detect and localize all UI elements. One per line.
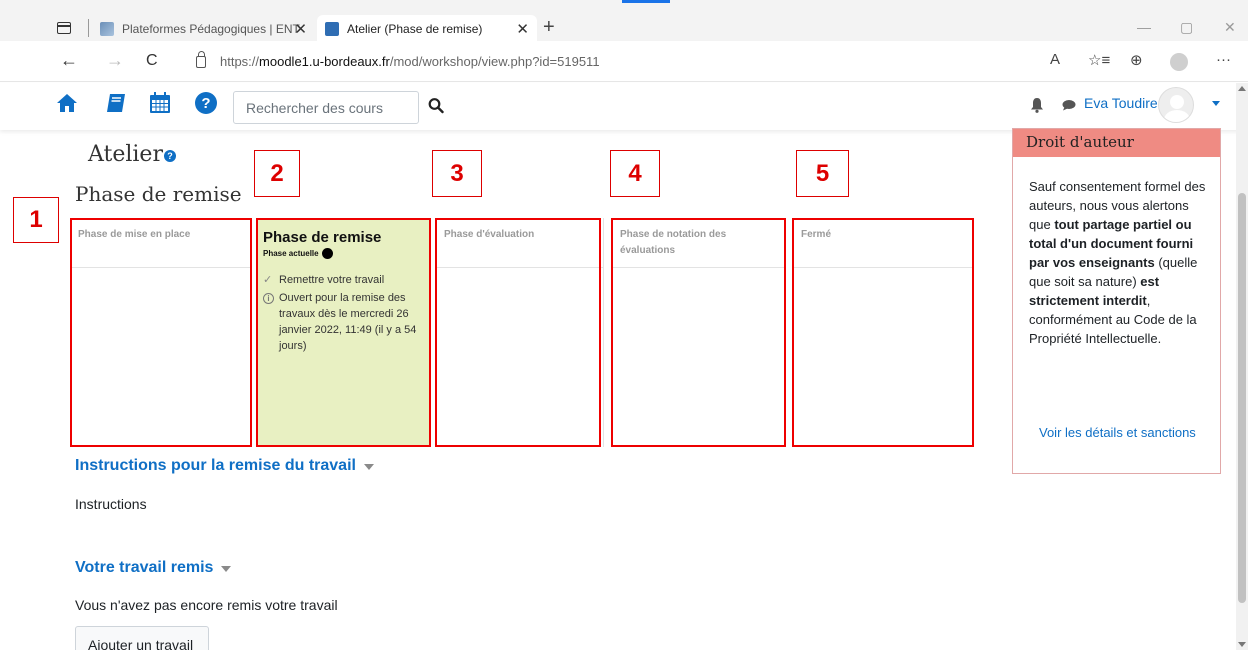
- phase-name: Phase d'évaluation: [436, 218, 603, 268]
- help-circle-icon[interactable]: ?: [194, 91, 218, 115]
- annotation-number-4: 4: [610, 150, 660, 197]
- page-title-text: Atelier: [88, 142, 163, 167]
- copyright-block-title: Droit d'auteur: [1013, 129, 1220, 157]
- tab-title: Atelier (Phase de remise): [347, 21, 483, 36]
- browser-profile-icon[interactable]: [1170, 53, 1188, 71]
- task-text: Remettre votre travail: [279, 274, 385, 286]
- scroll-up-arrow-icon[interactable]: [1238, 86, 1246, 91]
- url-host: moodle1.u-bordeaux.fr: [259, 54, 390, 69]
- page-scrollbar[interactable]: [1236, 83, 1248, 650]
- help-icon[interactable]: ?: [163, 150, 176, 162]
- collapse-triangle-icon[interactable]: [221, 566, 232, 572]
- task-item: i Ouvert pour la remise des travaux dès …: [257, 290, 429, 354]
- minimize-button[interactable]: —: [1137, 19, 1151, 35]
- instructions-section-heading[interactable]: Instructions pour la remise du travail: [75, 457, 374, 475]
- more-menu-icon[interactable]: ···: [1216, 51, 1231, 68]
- url-path: /mod/workshop/view.php?id=519511: [389, 54, 600, 69]
- page-title: Atelier?: [88, 142, 176, 167]
- scroll-thumb[interactable]: [1238, 193, 1246, 603]
- phase-submission: Phase de remise Phase actuelle ✓ Remettr…: [257, 218, 430, 447]
- collapse-triangle-icon[interactable]: [363, 464, 374, 470]
- phase-name: Phase de notation des évaluations: [612, 218, 784, 268]
- phase-closed: Fermé: [793, 218, 974, 447]
- current-phase-heading: Phase de remise: [75, 182, 242, 206]
- copyright-block-text: Sauf consentement formel des auteurs, no…: [1013, 157, 1220, 348]
- moodle-favicon-icon: [325, 21, 339, 36]
- task-item: ✓ Remettre votre travail: [257, 272, 429, 288]
- url-prefix: https://: [220, 54, 260, 69]
- check-icon: ✓: [263, 274, 273, 286]
- annotation-number-3: 3: [432, 150, 482, 197]
- new-tab-button[interactable]: +: [543, 16, 555, 39]
- browser-tab-bar: Plateformes Pédagogiques | ENT ✕ Atelier…: [0, 0, 1248, 42]
- notifications-bell-icon[interactable]: [1030, 97, 1044, 113]
- submission-heading-text[interactable]: Votre travail remis: [75, 559, 213, 577]
- user-menu-caret-icon[interactable]: [1212, 101, 1220, 106]
- copyright-details-link[interactable]: Voir les détails et sanctions: [1039, 425, 1196, 440]
- annotation-number-5: 5: [796, 150, 849, 197]
- refresh-button[interactable]: C: [146, 52, 158, 70]
- current-phase-text: Phase actuelle: [263, 249, 319, 258]
- window-close-button[interactable]: ✕: [1224, 19, 1236, 36]
- info-icon: i: [263, 293, 274, 304]
- annotation-number-1: 1: [13, 197, 59, 243]
- submission-section-heading[interactable]: Votre travail remis: [75, 559, 232, 577]
- maximize-button[interactable]: ▢: [1180, 19, 1193, 36]
- browser-tab-ent[interactable]: Plateformes Pédagogiques | ENT ✕: [96, 15, 315, 42]
- tab-separator: [88, 19, 89, 37]
- tab-close-icon[interactable]: ✕: [294, 20, 307, 38]
- collections-icon[interactable]: ⊕: [1130, 51, 1143, 69]
- user-name[interactable]: Eva Toudire: [1084, 95, 1158, 111]
- svg-text:?: ?: [201, 95, 210, 112]
- phase-assessment: Phase d'évaluation: [436, 218, 604, 447]
- browser-tab-atelier[interactable]: Atelier (Phase de remise) ✕: [317, 15, 537, 42]
- submission-status-text: Vous n'avez pas encore remis votre trava…: [75, 597, 338, 613]
- moodle-navbar: ? Eva Toudire: [0, 83, 1248, 130]
- courses-book-icon[interactable]: [104, 91, 128, 115]
- tab-title: Plateformes Pédagogiques | ENT: [122, 21, 300, 36]
- annotation-number-2: 2: [254, 150, 300, 197]
- messages-icon[interactable]: [1062, 99, 1076, 111]
- back-button[interactable]: ←: [60, 50, 78, 71]
- address-bar-row: ← → C https://moodle1.u-bordeaux.fr/mod/…: [0, 41, 1248, 82]
- tab-accent: [622, 0, 670, 3]
- favorites-icon[interactable]: ☆≡: [1088, 51, 1110, 69]
- address-bar[interactable]: https://moodle1.u-bordeaux.fr/mod/worksh…: [182, 48, 1030, 75]
- phase-name: Phase de mise en place: [70, 218, 250, 268]
- user-avatar[interactable]: [1158, 87, 1194, 123]
- current-phase-dot-icon: [321, 248, 333, 259]
- ent-favicon-icon: [100, 21, 114, 36]
- current-phase-label: Phase actuelle: [257, 248, 429, 259]
- instructions-heading-text[interactable]: Instructions pour la remise du travail: [75, 457, 356, 475]
- instructions-text: Instructions: [75, 496, 147, 512]
- phase-name: Fermé: [793, 218, 974, 268]
- scroll-down-arrow-icon[interactable]: [1238, 642, 1246, 647]
- course-search-input[interactable]: [233, 91, 419, 124]
- read-aloud-icon[interactable]: A: [1050, 51, 1060, 68]
- tab-close-icon[interactable]: ✕: [516, 20, 529, 38]
- search-icon[interactable]: [428, 97, 444, 115]
- copyright-block: Droit d'auteur Sauf consentement formel …: [1012, 128, 1221, 474]
- calendar-icon[interactable]: [148, 91, 172, 115]
- forward-button[interactable]: →: [106, 50, 124, 71]
- add-submission-button[interactable]: Ajouter un travail: [75, 626, 209, 650]
- phase-grading-evaluation: Phase de notation des évaluations: [612, 218, 785, 447]
- lock-icon: [196, 50, 206, 68]
- workshop-phase-planner: Phase de mise en place Phase de remise P…: [70, 218, 974, 447]
- task-text: Ouvert pour la remise des travaux dès le…: [279, 292, 417, 352]
- home-icon[interactable]: [55, 91, 79, 115]
- tab-actions-icon[interactable]: [57, 22, 71, 34]
- phase-setup: Phase de mise en place: [70, 218, 251, 447]
